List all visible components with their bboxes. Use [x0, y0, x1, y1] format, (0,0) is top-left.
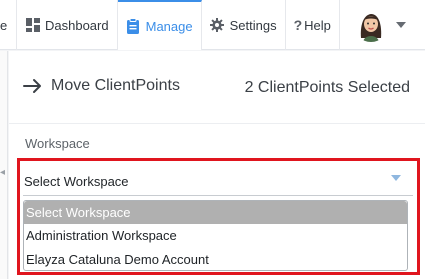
nav-item-help-label: Help [304, 17, 331, 33]
workspace-label: Workspace [25, 136, 90, 151]
background-sidebar-edge: ◂ [0, 51, 8, 279]
nav-item-partial-label: e [0, 17, 8, 33]
panel-title: Move ClientPoints [51, 77, 180, 94]
workspace-select-value: Select Workspace [24, 174, 129, 189]
selected-count-text: 2 ClientPoints Selected [244, 79, 410, 96]
workspace-select[interactable]: Select Workspace [23, 166, 413, 196]
nav-item-partial[interactable]: e [0, 0, 17, 50]
nav-item-settings-label: Settings [229, 17, 277, 33]
chevron-down-icon[interactable] [391, 175, 401, 181]
workspace-dropdown-list: Select Workspace Administration Workspac… [23, 200, 408, 271]
dashboard-icon [25, 18, 40, 33]
chevron-down-icon[interactable] [395, 22, 406, 28]
dropdown-option-demo-account[interactable]: Elayza Cataluna Demo Account [24, 248, 407, 270]
question-icon: ? [293, 17, 303, 33]
header-divider [9, 123, 425, 124]
nav-item-manage[interactable]: Manage [117, 0, 202, 50]
panel-header: Move ClientPoints 2 ClientPoints Selecte… [9, 51, 425, 123]
user-menu[interactable] [340, 0, 406, 50]
gear-icon [210, 18, 225, 33]
nav-item-dashboard[interactable]: Dashboard [17, 0, 118, 50]
nav-item-settings[interactable]: Settings [202, 0, 286, 50]
nav-item-dashboard-label: Dashboard [45, 17, 109, 33]
nav-item-manage-label: Manage [145, 18, 193, 34]
dropdown-option-select-workspace[interactable]: Select Workspace [24, 201, 407, 224]
dropdown-option-administration-workspace[interactable]: Administration Workspace [24, 224, 407, 248]
top-navigation: e Dashboard Manage Settings ? Help [0, 0, 425, 50]
app-page: e Dashboard Manage Settings ? Help ◂ Mov… [0, 0, 425, 279]
arrow-right-icon[interactable] [23, 77, 43, 95]
clipboard-icon [126, 18, 141, 34]
nav-item-help[interactable]: ? Help [286, 0, 340, 50]
arrow-edge-icon: ◂ [0, 167, 6, 178]
avatar[interactable] [353, 8, 388, 42]
